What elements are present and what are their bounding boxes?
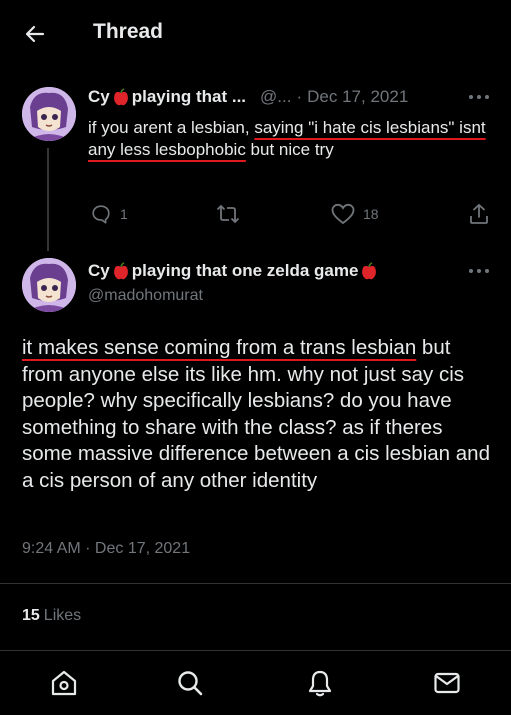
home-icon[interactable] (49, 668, 79, 698)
main-tweet-author-row: Cy playing that one zelda game (88, 261, 380, 281)
retweet-icon (216, 204, 240, 224)
thread-connector-line (47, 148, 49, 251)
like-icon (331, 203, 355, 225)
main-tweet-text: it makes sense coming from a trans lesbi… (22, 336, 490, 492)
more-icon[interactable] (468, 94, 490, 100)
like-button[interactable]: 18 (331, 203, 379, 225)
likes-count[interactable]: 15 Likes (22, 607, 81, 625)
page-title: Thread (93, 20, 164, 43)
reply-icon (92, 205, 110, 224)
retweet-button[interactable] (216, 203, 248, 225)
author-display-label[interactable]: playing that ... (132, 87, 246, 107)
parent-tweet-author-row: Cy playing that ... @... · Dec 17, 2021 (88, 87, 408, 107)
author-name[interactable]: Cy (88, 261, 110, 281)
apple-emoji-icon (113, 262, 128, 280)
separator-dot: · (296, 87, 303, 106)
apple-emoji-icon (113, 88, 128, 106)
thread-header: Thread (0, 0, 511, 66)
author-display-label[interactable]: playing that one zelda game (132, 261, 359, 281)
messages-icon[interactable] (432, 668, 462, 698)
search-icon[interactable] (175, 668, 205, 698)
tweet-date[interactable]: Dec 17, 2021 (307, 87, 408, 107)
avatar[interactable] (22, 87, 76, 141)
bottom-navigation (0, 650, 511, 715)
author-handle[interactable]: @... (260, 87, 291, 107)
author-handle[interactable]: @madohomurat (88, 287, 203, 305)
back-arrow-icon[interactable] (22, 22, 48, 46)
apple-emoji-icon (362, 262, 377, 280)
tweet-timestamp[interactable]: 9:24 AM · Dec 17, 2021 (22, 540, 190, 558)
avatar[interactable] (22, 258, 76, 312)
more-icon[interactable] (468, 268, 490, 274)
notifications-icon[interactable] (305, 668, 335, 698)
share-button[interactable] (468, 203, 490, 225)
underlined-text: it makes sense coming from a trans lesbi… (22, 336, 417, 359)
parent-tweet-actions: 1 18 (88, 203, 491, 229)
divider (0, 583, 511, 584)
parent-tweet-text: if you arent a lesbian, saying "i hate c… (88, 118, 486, 159)
reply-button[interactable]: 1 (90, 203, 128, 225)
share-icon (470, 203, 488, 224)
author-name[interactable]: Cy (88, 87, 110, 107)
